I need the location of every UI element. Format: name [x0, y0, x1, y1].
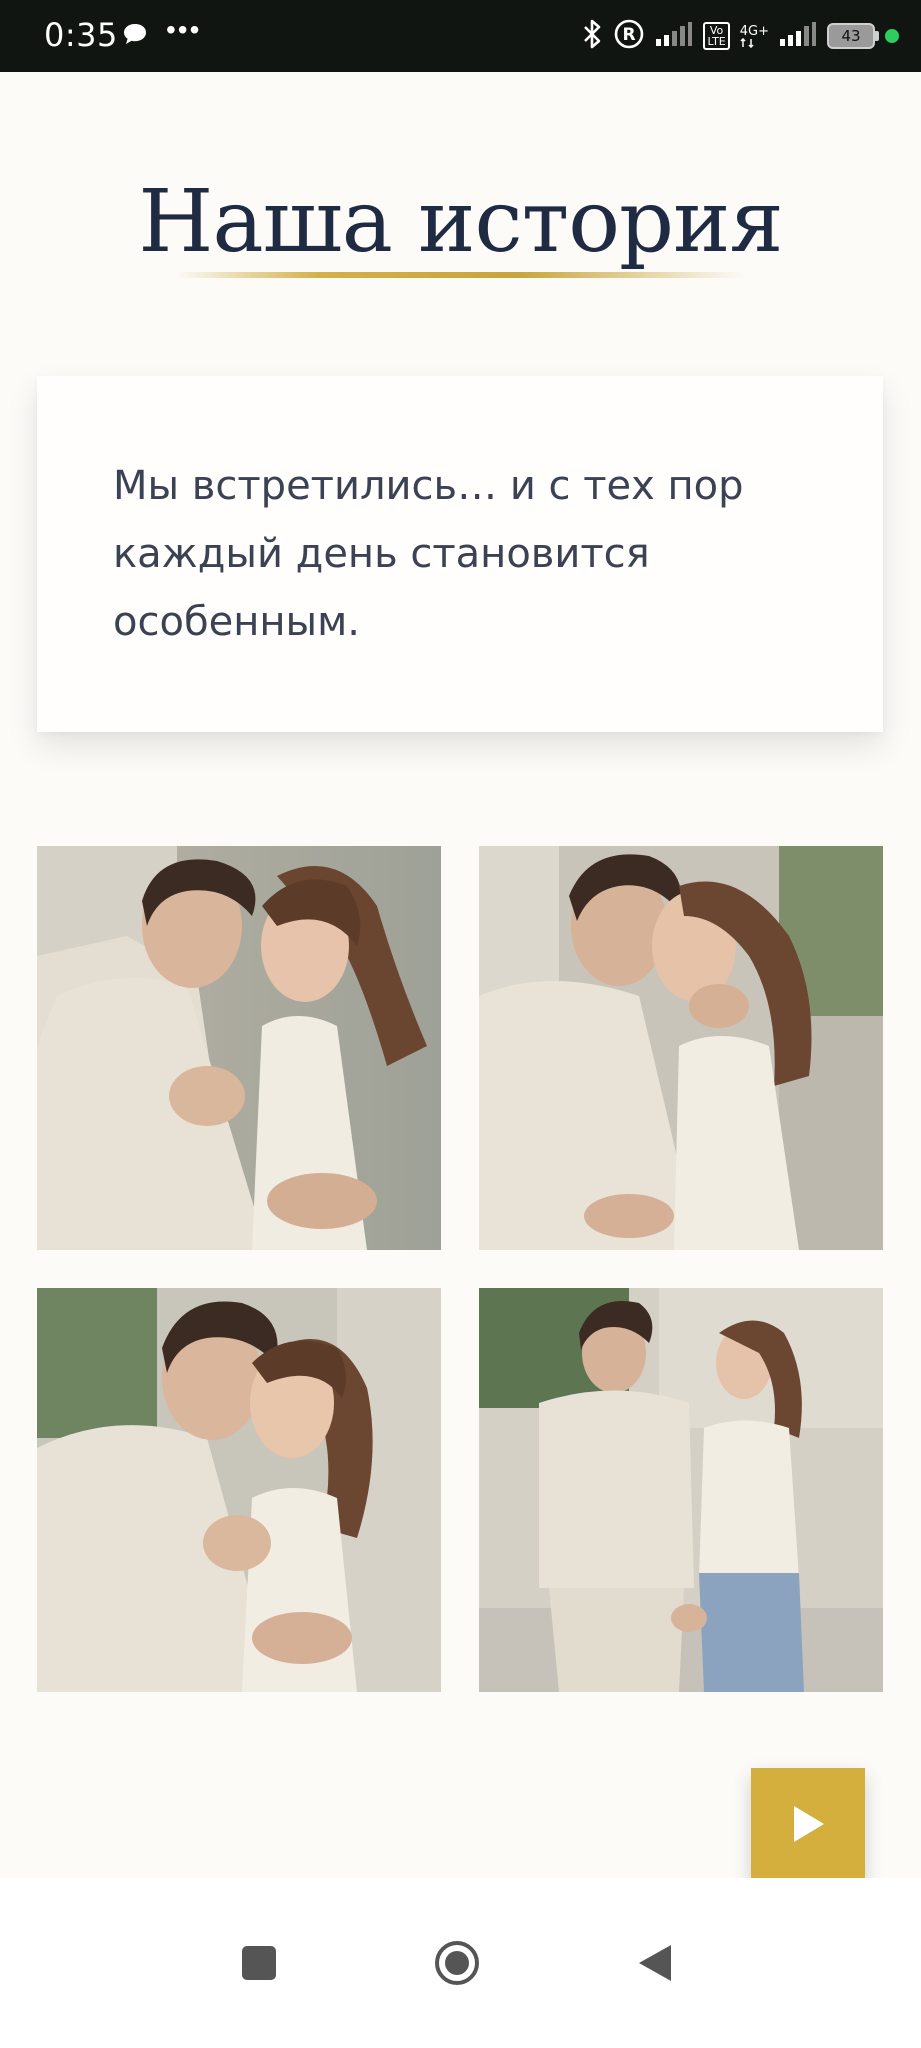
gallery-photo-1[interactable]: [37, 846, 441, 1250]
chat-bubble-icon: [122, 22, 148, 51]
status-time: 0:35: [44, 16, 118, 54]
story-text: Мы встретились… и с тех пор каждый день …: [113, 463, 744, 645]
play-button[interactable]: [751, 1768, 865, 1880]
registered-icon: R: [613, 18, 645, 55]
status-bar: 0:35 ••• R Vo LTE 4G+ 43: [0, 0, 921, 72]
play-icon: [794, 1806, 824, 1842]
recents-button[interactable]: [224, 1928, 294, 1998]
volte-icon: Vo LTE: [703, 22, 730, 50]
privacy-indicator-dot: [885, 29, 899, 43]
signal-icon: [655, 21, 693, 52]
gallery-photo-2[interactable]: [479, 846, 883, 1250]
page-content: Наша история Мы встретились… и с тех пор…: [0, 72, 921, 1950]
status-icons: R Vo LTE 4G+ 43: [581, 14, 899, 58]
signal-icon: [779, 21, 817, 52]
gallery-photo-4[interactable]: [479, 1288, 883, 1692]
battery-icon: 43: [827, 23, 879, 49]
recents-square-icon: [242, 1946, 276, 1980]
svg-text:R: R: [623, 25, 636, 45]
back-triangle-icon: [639, 1945, 671, 1981]
system-nav-bar: [0, 1878, 921, 2048]
home-button[interactable]: [422, 1928, 492, 1998]
page-title: Наша история: [138, 172, 783, 272]
4g-plus-icon: 4G+: [740, 25, 769, 48]
bluetooth-icon: [581, 18, 603, 55]
title-underline: [176, 272, 746, 278]
story-card: Мы встретились… и с тех пор каждый день …: [37, 376, 883, 732]
more-dots-icon: •••: [166, 14, 202, 45]
back-button[interactable]: [620, 1928, 690, 1998]
gallery-photo-3[interactable]: [37, 1288, 441, 1692]
home-circle-icon: [435, 1941, 479, 1985]
